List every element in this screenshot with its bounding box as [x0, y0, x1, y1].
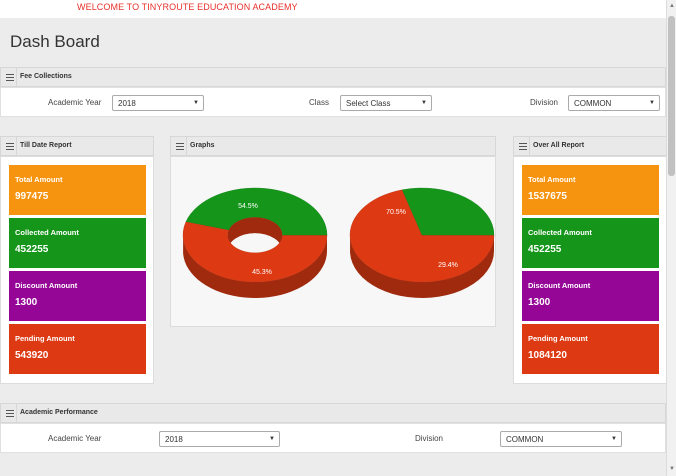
till-collected-amount-tile: Collected Amount 452255: [9, 218, 146, 268]
fee-collections-title: Fee Collections: [20, 73, 72, 80]
welcome-message: WELCOME TO TINYROUTE EDUCATION ACADEMY: [77, 2, 298, 12]
academic-performance-title: Academic Performance: [20, 409, 98, 416]
academic-year-label: Academic Year: [48, 98, 102, 107]
class-select[interactable]: Select Class ▼: [340, 95, 432, 111]
overall-discount-amount-tile: Discount Amount 1300: [522, 271, 659, 321]
academic-year-label: Academic Year: [48, 434, 102, 443]
slice-label-0: 70.5%: [386, 209, 406, 216]
academic-year-select[interactable]: 2018 ▼: [112, 95, 204, 111]
chevron-down-icon: ▼: [193, 100, 199, 106]
scroll-up-icon[interactable]: ▲: [669, 3, 675, 9]
overall-collected-amount-tile: Collected Amount 452255: [522, 218, 659, 268]
till-total-amount-tile: Total Amount 997475: [9, 165, 146, 215]
top-bar: WELCOME TO TINYROUTE EDUCATION ACADEMY: [0, 0, 666, 18]
graphs-title: Graphs: [190, 142, 215, 149]
chevron-down-icon: ▼: [611, 436, 617, 442]
till-discount-amount-tile: Discount Amount 1300: [9, 271, 146, 321]
fee-collections-header[interactable]: Fee Collections: [0, 67, 666, 87]
menu-icon[interactable]: [519, 143, 527, 150]
pie-chart: 70.5% 29.4%: [349, 187, 495, 298]
academic-year-select[interactable]: 2018 ▼: [159, 431, 280, 447]
division-label: Division: [530, 98, 559, 107]
academic-performance-filters: Academic Year 2018 ▼ Division COMMON ▼: [0, 423, 666, 453]
division-select[interactable]: COMMON ▼: [500, 431, 622, 447]
slice-label-1: 29.4%: [438, 262, 458, 269]
menu-icon[interactable]: [176, 143, 184, 150]
scrollbar-thumb[interactable]: [668, 16, 675, 176]
slice-label-1: 45.3%: [252, 269, 272, 276]
division-select[interactable]: COMMON ▼: [568, 95, 660, 111]
donut-chart: 54.5% 45.3%: [182, 187, 328, 298]
academic-performance-header[interactable]: Academic Performance: [0, 403, 666, 423]
menu-icon[interactable]: [6, 143, 14, 150]
division-label: Division: [415, 434, 444, 443]
over-all-report-title: Over All Report: [533, 142, 585, 149]
fee-collections-filters: Academic Year 2018 ▼ Class Select Class …: [0, 87, 666, 117]
over-all-report-header[interactable]: Over All Report: [513, 136, 667, 156]
till-date-report-body: Total Amount 997475 Collected Amount 452…: [0, 156, 154, 384]
graphs-body: 54.5% 45.3% 70.5% 29.4%: [170, 156, 496, 327]
over-all-report-body: Total Amount 1537675 Collected Amount 45…: [513, 156, 667, 384]
till-pending-amount-tile: Pending Amount 543920: [9, 324, 146, 374]
chevron-down-icon: ▼: [269, 436, 275, 442]
graphs-canvas: 54.5% 45.3% 70.5% 29.4%: [182, 187, 495, 298]
overall-pending-amount-tile: Pending Amount 1084120: [522, 324, 659, 374]
graphs-header[interactable]: Graphs: [170, 136, 496, 156]
till-date-report-title: Till Date Report: [20, 142, 72, 149]
page-scrollbar[interactable]: ▲ ▼: [666, 0, 676, 476]
page-title: Dash Board: [10, 32, 100, 51]
chevron-down-icon: ▼: [649, 100, 655, 106]
class-label: Class: [309, 98, 330, 107]
till-date-report-header[interactable]: Till Date Report: [0, 136, 154, 156]
menu-icon[interactable]: [6, 74, 14, 81]
chevron-down-icon: ▼: [421, 100, 427, 106]
slice-label-0: 54.5%: [238, 203, 258, 210]
scroll-down-icon[interactable]: ▼: [669, 466, 675, 472]
overall-total-amount-tile: Total Amount 1537675: [522, 165, 659, 215]
menu-icon[interactable]: [6, 410, 14, 417]
